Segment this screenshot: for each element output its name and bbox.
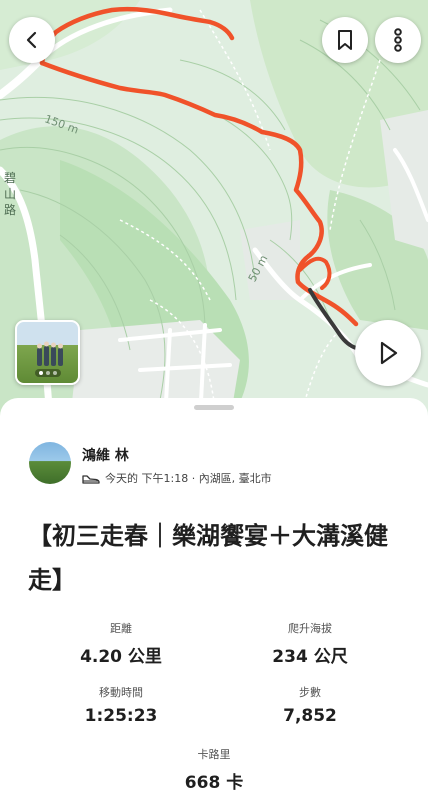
activity-title: 【初三走春｜樂湖饗宴＋大溝溪健走】 (28, 522, 388, 594)
stat-calories: 卡路里 668 卡 (124, 746, 304, 793)
user-name[interactable]: 鴻維 林 (82, 445, 129, 465)
stat-elevation-gain: 爬升海拔 234 公尺 (220, 620, 400, 667)
pager-dot (45, 371, 50, 375)
stat-value: 668 卡 (184, 773, 244, 793)
bookmark-icon (338, 30, 352, 50)
stat-label: 步數 (299, 686, 321, 699)
chevron-left-icon (26, 31, 37, 49)
stat-value: 1:25:23 (84, 706, 158, 726)
stat-value: 4.20 公里 (80, 647, 162, 667)
back-button[interactable] (9, 17, 55, 63)
avatar[interactable] (29, 442, 71, 484)
stat-moving-time: 移動時間 1:25:23 (31, 684, 211, 726)
more-options-button[interactable] (375, 17, 421, 63)
activity-meta: 今天的 下午1:18 · 內湖區, 臺北市 (82, 470, 272, 486)
shoe-icon (82, 475, 100, 484)
pager-dot (52, 371, 57, 375)
stat-value: 7,852 (283, 706, 337, 726)
play-route-button[interactable] (355, 320, 421, 386)
road-label: 碧山路 (4, 171, 17, 217)
more-vertical-icon (394, 28, 402, 52)
stat-distance: 距離 4.20 公里 (31, 620, 211, 667)
pager-dot (38, 371, 43, 375)
route-map[interactable]: 150 m 50 m 碧山路 (0, 0, 428, 420)
bookmark-button[interactable] (322, 17, 368, 63)
stat-steps: 步數 7,852 (220, 684, 400, 726)
stat-label: 爬升海拔 (288, 622, 332, 635)
stat-label: 卡路里 (197, 748, 231, 761)
activity-details-sheet: 鴻維 林 今天的 下午1:18 · 內湖區, 臺北市 【初三走春｜樂湖饗宴＋大溝… (0, 398, 428, 800)
stat-label: 移動時間 (99, 686, 143, 699)
photo-pager (34, 369, 61, 377)
activity-photo-thumbnail[interactable] (15, 320, 80, 385)
play-icon (380, 341, 398, 365)
stat-value: 234 公尺 (272, 647, 348, 667)
stat-label: 距離 (110, 622, 132, 635)
sheet-grabber[interactable] (194, 405, 234, 410)
activity-meta-text: 今天的 下午1:18 · 內湖區, 臺北市 (105, 472, 272, 485)
